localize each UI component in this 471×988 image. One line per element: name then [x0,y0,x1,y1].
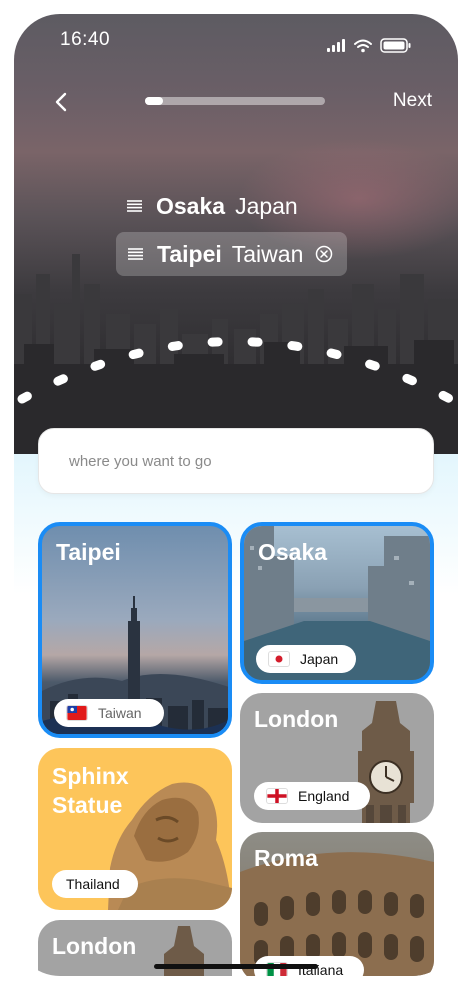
home-indicator[interactable] [154,964,318,969]
route-country: Taiwan [231,240,304,267]
card-title: Osaka [258,539,328,565]
route-city: Osaka [156,192,226,219]
status-bar: 16:40 [14,14,458,64]
route-stop-osaka[interactable]: Osaka Japan [127,189,298,223]
taiwan-flag-icon [66,705,88,721]
cellular-signal-icon [327,39,345,52]
country-label: Japan [300,651,339,667]
country-label: England [298,788,350,804]
country-label: Taiwan [98,705,142,721]
country-badge: Taiwan [54,699,164,727]
destination-card-london[interactable]: London England [240,693,434,823]
card-title-line1: Sphinx [52,763,129,789]
card-title: London [254,706,339,732]
destination-search-field[interactable] [38,428,434,494]
next-button[interactable]: Next [393,90,432,112]
england-flag-icon [266,788,288,804]
destination-card-sphinx-statue[interactable]: Sphinx Statue Thailand [38,748,232,910]
card-title: London [52,933,137,959]
status-time: 16:40 [60,29,111,50]
route-city: Taipei [157,240,222,267]
card-title: Sphinx Statue [52,762,129,820]
drag-handle-icon[interactable] [127,200,142,212]
route-path-dots [17,337,455,404]
country-badge: England [254,782,370,810]
country-badge: Thailand [52,870,138,898]
battery-icon [380,38,411,53]
card-title-line2: Statue [52,792,123,818]
japan-flag-icon [268,651,290,667]
drag-handle-icon[interactable] [128,248,143,260]
phone-screen: 16:40 Next Osaka Japan Taipei Taiwan whe… [14,14,458,976]
country-badge: Japan [256,645,356,673]
destination-card-taipei[interactable]: Taipei Taiwan [38,522,232,738]
country-label: Thailand [66,876,120,892]
status-icons [327,38,411,53]
wifi-icon [354,39,372,48]
search-input[interactable] [67,429,411,493]
card-title: Taipei [56,539,121,565]
destination-card-osaka[interactable]: Osaka Japan [240,522,434,684]
progress-bar [145,97,325,105]
route-stop-taipei[interactable]: Taipei Taiwan [116,232,348,276]
remove-circle-icon[interactable] [315,245,333,263]
route-country: Japan [235,192,298,219]
destination-card-roma[interactable]: Roma Italiana [240,832,434,976]
back-arrow-icon[interactable] [50,90,74,114]
card-title: Roma [254,845,318,871]
progress-bar-fill [145,97,163,105]
